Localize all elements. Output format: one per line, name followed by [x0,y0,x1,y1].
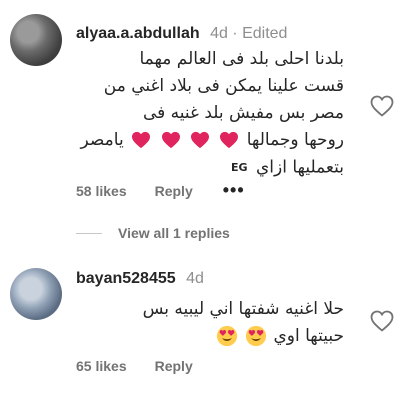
comment-actions: 65 likes Reply [76,358,193,374]
likes-count[interactable]: 65 likes [76,358,127,374]
comment-line: حبيتها اوي [76,323,344,350]
username[interactable]: bayan528455 [76,270,176,287]
heart-eyes-emoji [245,325,267,347]
heart-outline-icon[interactable] [370,310,394,332]
comment-line: حلا اغنيه شفتها اني ليبيه بس [142,299,344,319]
comment-line-text: حبيتها اوي [273,326,344,346]
timestamp: 4d [186,270,204,287]
comment-header: bayan528455 4d [76,269,204,289]
avatar[interactable] [10,268,62,320]
reply-button[interactable]: Reply [155,358,193,374]
comment-2: bayan528455 4d حلا اغنيه شفتها اني ليبيه… [0,0,420,400]
comment-text: حلا اغنيه شفتها اني ليبيه بس حبيتها اوي [76,296,344,350]
heart-eyes-emoji [216,325,237,347]
